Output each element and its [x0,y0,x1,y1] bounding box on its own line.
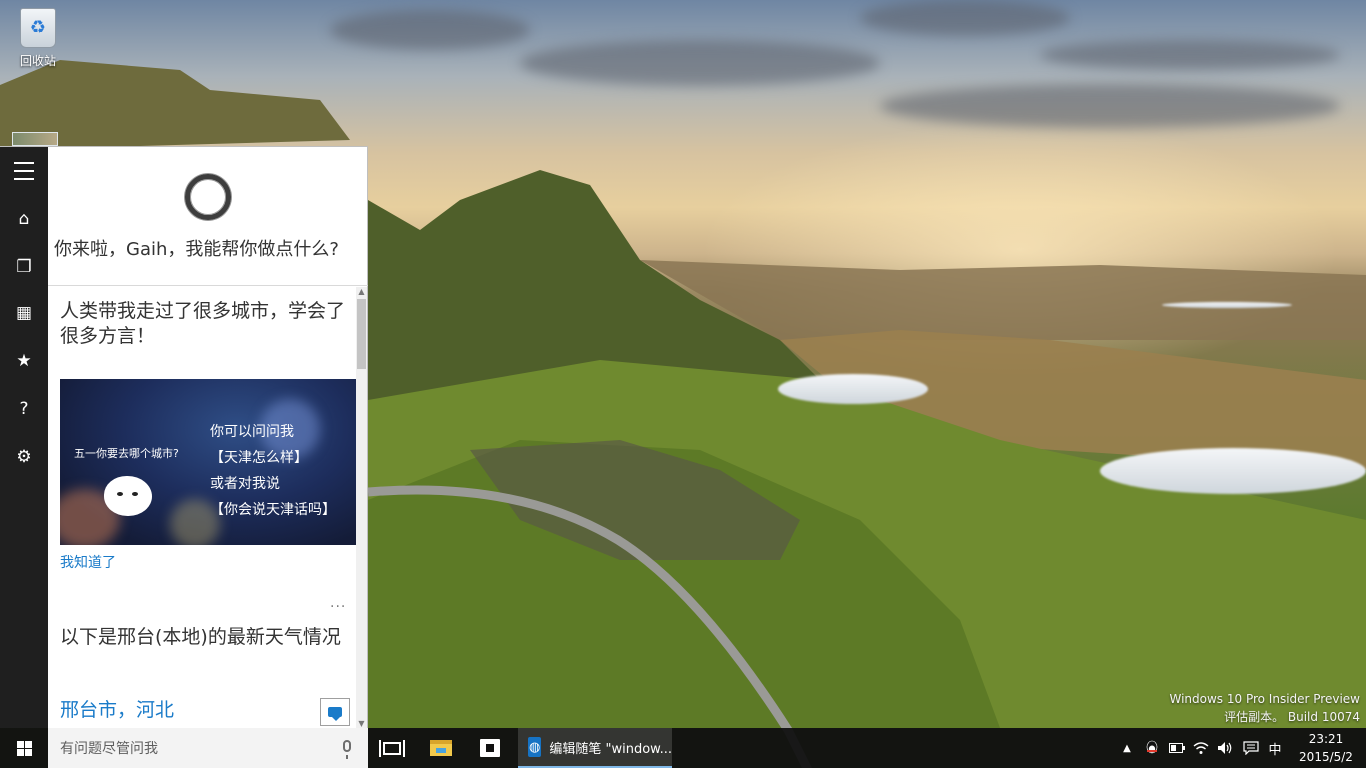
weather-city-link[interactable]: 邢台市，河北 [60,695,174,722]
dialect-promo-image[interactable]: 五一你要去哪个城市? 你可以问问我 【天津怎么样】 或者对我说 【你会说天津话吗… [60,379,356,545]
watermark-line2: 评估副本。 Build 10074 [1224,710,1360,724]
help-icon[interactable]: ? [0,387,48,431]
promo-line: 【天津怎么样】 [210,450,308,466]
promo-question: 五一你要去哪个城市? [74,447,179,460]
store-button[interactable] [467,728,513,768]
action-center-icon[interactable] [1240,728,1262,768]
cortana-nav-rail: ⌂ ❐ ▦ ★ ? ⚙ [0,147,48,728]
store-icon [480,739,500,757]
cortana-search-box[interactable]: 有问题尽管问我 [48,728,368,768]
scrollbar-thumb[interactable] [357,299,366,369]
scroll-up-icon[interactable]: ▲ [356,287,367,297]
promo-line: 或者对我说 [210,476,280,492]
scroll-down-icon[interactable]: ▼ [356,719,367,728]
watermark-line1: Windows 10 Pro Insider Preview [1169,692,1360,706]
card-title: 人类带我走过了很多城市，学会了很多方言！ [60,300,346,347]
clock-time: 23:21 [1308,732,1344,746]
taskbar-app-browser[interactable]: ◍ 编辑随笔 "window... [518,728,672,768]
taskbar-app-label: 编辑随笔 "window... [549,741,672,757]
windows-logo-icon [16,740,32,756]
search-placeholder: 有问题尽管问我 [60,741,158,757]
folder-icon [430,740,452,756]
cortana-mascot-icon [104,476,152,516]
cortana-content: 你来啦，Gaih，我能帮你做点什么? 人类带我走过了很多城市，学会了很多方言！ … [48,147,368,728]
cortana-greeting: 你来啦，Gaih，我能帮你做点什么? [54,239,339,260]
lake [1162,302,1292,308]
got-it-link[interactable]: 我知道了 [60,552,116,572]
recycle-bin-icon [20,8,56,48]
promo-line: 【你会说天津话吗】 [210,502,336,518]
taskbar-clock[interactable]: 23:21 2015/5/2 [1288,730,1364,766]
promo-text: 你可以问问我 【天津怎么样】 或者对我说 【你会说天津话吗】 [210,419,336,523]
task-view-button[interactable] [369,728,415,768]
calendar-icon[interactable]: ▦ [0,291,48,335]
globe-icon: ◍ [528,737,542,757]
feedback-icon [328,707,342,721]
task-view-icon [379,739,405,757]
ime-indicator[interactable]: 中 [1264,728,1286,768]
promo-line: 你可以问问我 [210,424,294,440]
volume-icon[interactable] [1214,728,1236,768]
divider [48,285,368,286]
recycle-bin-label: 回收站 [19,54,56,68]
lake [1100,448,1366,494]
notebook-icon[interactable]: ❐ [0,245,48,289]
battery-icon[interactable] [1166,728,1188,768]
weather-card-title: 以下是邢台(本地)的最新天气情况 [60,626,341,648]
qq-tray-icon[interactable] [1140,728,1164,768]
clock-date: 2015/5/2 [1299,750,1353,764]
star-icon[interactable]: ★ [0,339,48,383]
cortana-ring-icon [185,174,231,220]
show-hidden-icons-chevron-icon[interactable]: ▲ [1118,728,1136,768]
build-watermark: Windows 10 Pro Insider Preview 评估副本。 Bui… [1169,690,1360,726]
menu-icon[interactable] [0,149,48,193]
feedback-button[interactable] [320,698,350,726]
settings-icon[interactable]: ⚙ [0,435,48,479]
home-icon[interactable]: ⌂ [0,197,48,241]
taskbar: 有问题尽管问我 ◍ 编辑随笔 "window... ▲ 中 23:21 2015… [0,728,1366,768]
microphone-icon[interactable] [343,740,351,759]
lake [778,374,928,404]
start-button[interactable] [0,728,48,768]
cortana-panel: ⌂ ❐ ▦ ★ ? ⚙ 你来啦，Gaih，我能帮你做点什么? 人类带我走过了很多… [0,146,368,728]
desktop-shortcut-thumbnail[interactable] [12,132,58,146]
wifi-icon[interactable] [1190,728,1212,768]
more-options-icon[interactable]: ··· [330,599,346,615]
file-explorer-button[interactable] [418,728,464,768]
recycle-bin[interactable]: 回收站 [10,8,66,69]
cortana-scrollbar[interactable]: ▲ ▼ [356,287,367,728]
qq-penguin-icon [1146,740,1158,754]
